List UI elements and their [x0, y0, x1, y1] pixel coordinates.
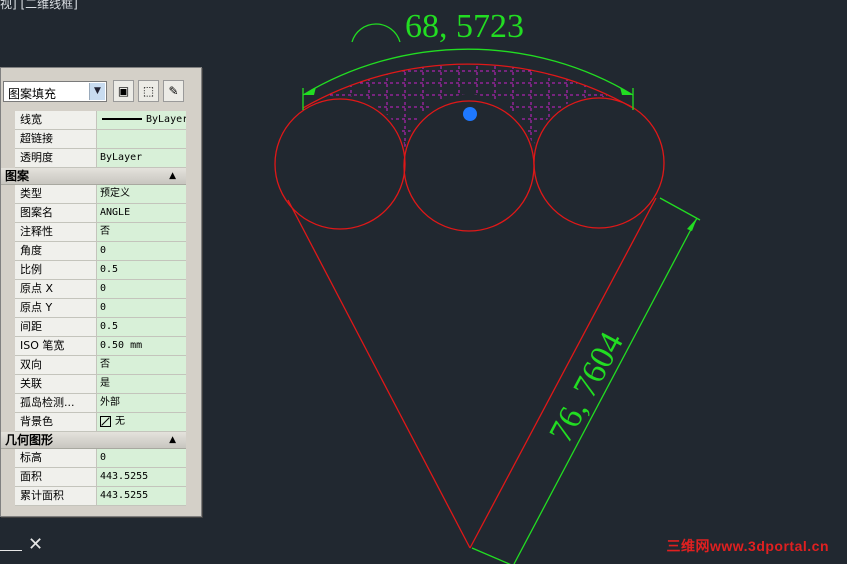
- object-type-value: 图案填充: [8, 87, 57, 101]
- grip-point[interactable]: [463, 107, 477, 121]
- property-value[interactable]: 0: [97, 242, 186, 260]
- property-label: 背景色: [15, 413, 97, 431]
- right-edge-line[interactable]: [469, 197, 657, 549]
- property-value[interactable]: ANGLE: [97, 204, 186, 222]
- property-label: 类型: [15, 185, 97, 203]
- arrow-top: [687, 218, 697, 231]
- property-label: 关联: [15, 375, 97, 393]
- property-grid: 线宽 ByLayer 超链接 透明度 ByLayer 图案 ▲ 类型 预定义 图案名…: [1, 111, 186, 506]
- property-label: 比例: [15, 261, 97, 279]
- chevron-down-icon[interactable]: ▼: [89, 83, 105, 100]
- property-label: 孤岛检测...: [15, 394, 97, 412]
- property-value[interactable]: 0: [97, 449, 186, 467]
- property-label: 原点 Y: [15, 299, 97, 317]
- section-pattern[interactable]: 图案 ▲: [1, 168, 186, 185]
- property-value[interactable]: 0.5: [97, 318, 186, 336]
- left-edge-line[interactable]: [287, 199, 471, 549]
- property-value[interactable]: 0.5: [97, 261, 186, 279]
- properties-palette[interactable]: 图案填充 ▼ ▣ ⬚ ✎ 线宽 ByLayer 超链接 透明度 ByLayer …: [0, 67, 202, 517]
- collapse-icon[interactable]: ▲: [169, 168, 176, 185]
- circle-right[interactable]: [533, 97, 665, 229]
- property-label: 面积: [15, 468, 97, 486]
- property-row[interactable]: 注释性否: [15, 223, 186, 242]
- property-row[interactable]: 类型 预定义: [15, 185, 186, 204]
- property-value[interactable]: 0: [97, 280, 186, 298]
- select-objects-icon[interactable]: ⬚: [138, 80, 159, 102]
- property-value[interactable]: 外部: [97, 394, 186, 412]
- ucs-close-icon: ✕: [28, 534, 44, 555]
- property-row-hyperlink[interactable]: 超链接: [15, 130, 186, 149]
- property-label: 原点 X: [15, 280, 97, 298]
- property-value: 443.5255: [97, 487, 186, 505]
- quick-select-icon[interactable]: ▣: [113, 80, 134, 102]
- property-value[interactable]: 否: [97, 356, 186, 374]
- property-value[interactable]: [97, 130, 186, 148]
- property-label: 图案名: [15, 204, 97, 222]
- ucs-axis-line: [0, 550, 22, 551]
- property-row[interactable]: 双向否: [15, 356, 186, 375]
- property-label: 线宽: [15, 111, 97, 129]
- dim-ext-bottom: [471, 547, 511, 564]
- property-row[interactable]: 标高 0: [15, 449, 186, 468]
- property-row[interactable]: 比例 0.5: [15, 261, 186, 280]
- property-label: 超链接: [15, 130, 97, 148]
- property-label: 累计面积: [15, 487, 97, 505]
- property-label: 注释性: [15, 223, 97, 241]
- property-label: ISO 笔宽: [15, 337, 97, 355]
- arc-dim-text[interactable]: 68, 5723: [405, 8, 524, 45]
- property-label: 间距: [15, 318, 97, 336]
- property-value[interactable]: 0.50 mm: [97, 337, 186, 355]
- property-value: 443.5255: [97, 468, 186, 486]
- property-value[interactable]: 是: [97, 375, 186, 393]
- property-value[interactable]: 0: [97, 299, 186, 317]
- property-label: 双向: [15, 356, 97, 374]
- property-label: 透明度: [15, 149, 97, 167]
- toggle-pickadd-icon[interactable]: ✎: [163, 80, 184, 102]
- property-label: 角度: [15, 242, 97, 260]
- arc-length-symbol: [351, 23, 401, 43]
- property-row[interactable]: ISO 笔宽 0.50 mm: [15, 337, 186, 356]
- section-geometry[interactable]: 几何图形 ▲: [1, 432, 186, 449]
- property-label: 标高: [15, 449, 97, 467]
- palette-header: 图案填充 ▼ ▣ ⬚ ✎: [1, 68, 201, 106]
- property-row-background-color[interactable]: 背景色无: [15, 413, 186, 432]
- property-value[interactable]: ByLayer: [97, 111, 186, 129]
- property-value[interactable]: ByLayer: [97, 149, 186, 167]
- lineweight-swatch: [102, 118, 142, 120]
- property-row[interactable]: 原点 Y0: [15, 299, 186, 318]
- property-row[interactable]: 原点 X0: [15, 280, 186, 299]
- object-type-select[interactable]: 图案填充 ▼: [3, 81, 107, 102]
- property-value[interactable]: 预定义: [97, 185, 186, 203]
- property-value[interactable]: 无: [97, 413, 186, 431]
- property-row[interactable]: 面积 443.5255: [15, 468, 186, 487]
- dim-ext-top: [659, 197, 701, 221]
- watermark: 三维网www.3dportal.cn: [666, 538, 829, 554]
- property-row[interactable]: 孤岛检测... 外部: [15, 394, 186, 413]
- property-row-lineweight[interactable]: 线宽 ByLayer: [15, 111, 186, 130]
- property-row[interactable]: 图案名 ANGLE: [15, 204, 186, 223]
- property-row[interactable]: 关联是: [15, 375, 186, 394]
- property-row-transparency[interactable]: 透明度 ByLayer: [15, 149, 186, 168]
- circle-left[interactable]: [274, 98, 406, 230]
- collapse-icon[interactable]: ▲: [169, 432, 176, 449]
- property-row[interactable]: 累计面积 443.5255: [15, 487, 186, 506]
- arc-dimension-line[interactable]: [302, 48, 634, 96]
- no-color-icon: [100, 415, 111, 427]
- property-row[interactable]: 角度 0: [15, 242, 186, 261]
- property-row[interactable]: 间距 0.5: [15, 318, 186, 337]
- property-value[interactable]: 否: [97, 223, 186, 241]
